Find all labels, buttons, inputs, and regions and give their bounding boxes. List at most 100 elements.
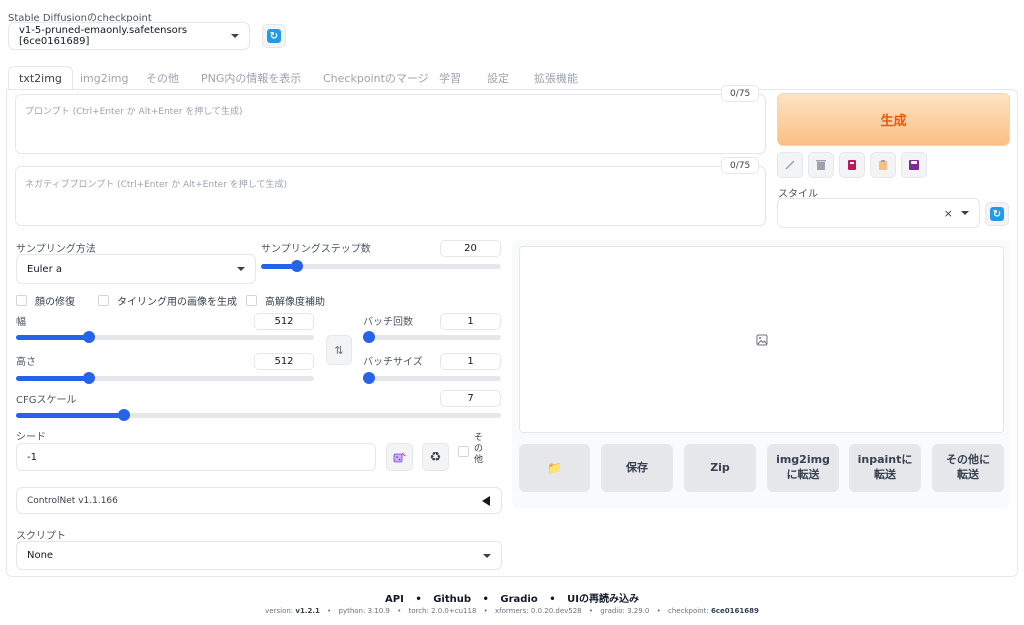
refresh-icon: ↻ bbox=[267, 29, 281, 43]
prompt-textarea[interactable] bbox=[15, 94, 766, 154]
negative-prompt-placeholder: ネガティブプロンプト (Ctrl+Enter か Alt+Enter を押して生… bbox=[25, 180, 287, 190]
tab-txt2img[interactable]: txt2img bbox=[8, 66, 73, 90]
footer-separator: • bbox=[656, 607, 661, 615]
chevron-down-icon bbox=[231, 34, 239, 38]
batch-count-input[interactable]: 1 bbox=[440, 313, 501, 330]
folder-icon: 📁 bbox=[547, 460, 562, 475]
prompt-token-counter: 0/75 bbox=[721, 85, 760, 102]
cfg-scale-slider[interactable] bbox=[16, 409, 501, 421]
face-restore-label: 顔の修復 bbox=[35, 297, 75, 308]
image-placeholder-icon bbox=[756, 334, 767, 345]
cfg-scale-input[interactable]: 7 bbox=[440, 390, 501, 407]
script-value: None bbox=[27, 550, 54, 561]
chevron-down-icon bbox=[483, 553, 491, 558]
refresh-checkpoint-button[interactable]: ↻ bbox=[262, 24, 286, 48]
checkpoint-hash-label: checkpoint: bbox=[668, 607, 709, 615]
tiling-checkbox[interactable]: タイリング用の画像を生成 bbox=[98, 293, 237, 308]
save-icon[interactable] bbox=[901, 152, 927, 178]
chevron-down-icon bbox=[237, 267, 245, 271]
face-restore-checkbox[interactable]: 顔の修復 bbox=[16, 293, 75, 308]
footer-separator: • bbox=[549, 594, 556, 605]
send-to-inpaint-button[interactable]: inpaintに 転送 bbox=[849, 444, 921, 492]
chevron-down-icon bbox=[961, 211, 969, 215]
height-label: 高さ bbox=[16, 357, 36, 368]
clear-icon[interactable]: × bbox=[944, 207, 953, 220]
refresh-icon: ↻ bbox=[990, 207, 1004, 221]
tab-checkpoint-merger[interactable]: Checkpointのマージ bbox=[323, 66, 429, 90]
script-label: スクリプト bbox=[16, 531, 66, 542]
footer-separator: • bbox=[482, 594, 489, 605]
footer-link-github[interactable]: Github bbox=[433, 594, 471, 605]
book-icon[interactable] bbox=[839, 152, 865, 178]
hires-fix-checkbox[interactable]: 高解像度補助 bbox=[246, 293, 325, 308]
footer-separator: • bbox=[588, 607, 594, 615]
sampling-steps-slider[interactable] bbox=[261, 260, 501, 272]
tab-settings[interactable]: 設定 bbox=[487, 66, 509, 90]
send-to-extras-button[interactable]: その他に 転送 bbox=[932, 444, 1004, 492]
clipboard-icon[interactable] bbox=[870, 152, 896, 178]
batch-count-slider[interactable] bbox=[363, 331, 501, 343]
torch-version: torch: 2.0.0+cu118 bbox=[408, 607, 477, 615]
version-label: version: bbox=[265, 607, 294, 615]
save-button[interactable]: 保存 bbox=[601, 444, 673, 492]
zip-button[interactable]: Zip bbox=[684, 444, 756, 492]
folder-button[interactable]: 📁 bbox=[519, 444, 590, 492]
negative-prompt-textarea[interactable] bbox=[15, 166, 766, 226]
script-dropdown[interactable]: None bbox=[16, 541, 502, 570]
batch-size-input[interactable]: 1 bbox=[440, 353, 501, 370]
checkpoint-value: v1-5-pruned-emaonly.safetensors [6ce0161… bbox=[19, 25, 188, 47]
footer-link-gradio[interactable]: Gradio bbox=[500, 594, 537, 605]
width-slider[interactable] bbox=[16, 331, 314, 343]
width-label: 幅 bbox=[16, 317, 26, 328]
sampling-steps-label: サンプリングステップ数 bbox=[261, 244, 371, 255]
height-slider[interactable] bbox=[16, 372, 314, 384]
seed-input[interactable]: -1 bbox=[16, 443, 376, 471]
gradio-version: gradio: 3.29.0 bbox=[600, 607, 650, 615]
generate-button[interactable]: 生成 bbox=[777, 93, 1010, 146]
tab-png-info[interactable]: PNG内の情報を表示 bbox=[201, 66, 301, 90]
batch-count-label: バッチ回数 bbox=[363, 317, 413, 328]
seed-label: シード bbox=[16, 432, 46, 443]
footer-separator: • bbox=[327, 607, 332, 615]
footer-link-reload-ui[interactable]: UIの再読み込み bbox=[567, 594, 639, 605]
footer-separator: • bbox=[483, 607, 488, 615]
prompt-placeholder: プロンプト (Ctrl+Enter か Alt+Enter を押して生成) bbox=[25, 107, 243, 117]
output-gallery[interactable] bbox=[519, 246, 1004, 433]
collapse-triangle-icon bbox=[482, 495, 490, 506]
tab-train[interactable]: 学習 bbox=[439, 66, 461, 90]
pencil-icon[interactable] bbox=[777, 152, 803, 178]
trash-icon[interactable] bbox=[808, 152, 834, 178]
footer-versions: version: v1.2.1 • python: 3.10.9 • torch… bbox=[0, 607, 1024, 615]
sampling-method-value: Euler a bbox=[27, 263, 63, 275]
checkpoint-hash-value: 6ce0161689 bbox=[710, 607, 759, 615]
tab-extensions[interactable]: 拡張機能 bbox=[534, 66, 578, 90]
swap-dimensions-icon[interactable]: ⇅ bbox=[326, 335, 352, 365]
dice-icon[interactable] bbox=[386, 443, 413, 471]
negative-prompt-token-counter: 0/75 bbox=[721, 157, 760, 174]
sampling-method-label: サンプリング方法 bbox=[16, 244, 96, 255]
width-input[interactable]: 512 bbox=[254, 313, 314, 330]
style-dropdown[interactable]: × bbox=[777, 198, 980, 228]
batch-size-label: バッチサイズ bbox=[363, 357, 423, 368]
footer-links: API • Github • Gradio • UIの再読み込み bbox=[0, 590, 1024, 605]
seed-extra-checkbox[interactable] bbox=[458, 446, 469, 457]
seed-extra-label: その他 bbox=[474, 433, 484, 465]
seed-value: -1 bbox=[27, 451, 37, 463]
send-to-img2img-button[interactable]: img2img に転送 bbox=[767, 444, 839, 492]
controlnet-accordion[interactable]: ControlNet v1.1.166 bbox=[16, 487, 502, 514]
sampling-steps-input[interactable]: 20 bbox=[440, 240, 501, 257]
height-input[interactable]: 512 bbox=[254, 353, 314, 370]
footer-link-api[interactable]: API bbox=[385, 594, 404, 605]
version-value: v1.2.1 bbox=[295, 607, 320, 615]
sampling-method-dropdown[interactable]: Euler a bbox=[16, 254, 256, 284]
cfg-scale-label: CFGスケール bbox=[16, 395, 77, 406]
tab-img2img[interactable]: img2img bbox=[80, 66, 129, 90]
batch-size-slider[interactable] bbox=[363, 372, 501, 384]
tab-extras[interactable]: その他 bbox=[146, 66, 179, 90]
recycle-icon[interactable]: ♻ bbox=[422, 443, 449, 471]
xformers-version: xformers: 0.0.20.dev528 bbox=[495, 607, 582, 615]
refresh-styles-button[interactable]: ↻ bbox=[985, 202, 1009, 226]
footer-separator: • bbox=[397, 607, 402, 615]
checkpoint-dropdown[interactable]: v1-5-pruned-emaonly.safetensors [6ce0161… bbox=[8, 22, 250, 50]
controlnet-label: ControlNet v1.1.166 bbox=[27, 495, 118, 506]
